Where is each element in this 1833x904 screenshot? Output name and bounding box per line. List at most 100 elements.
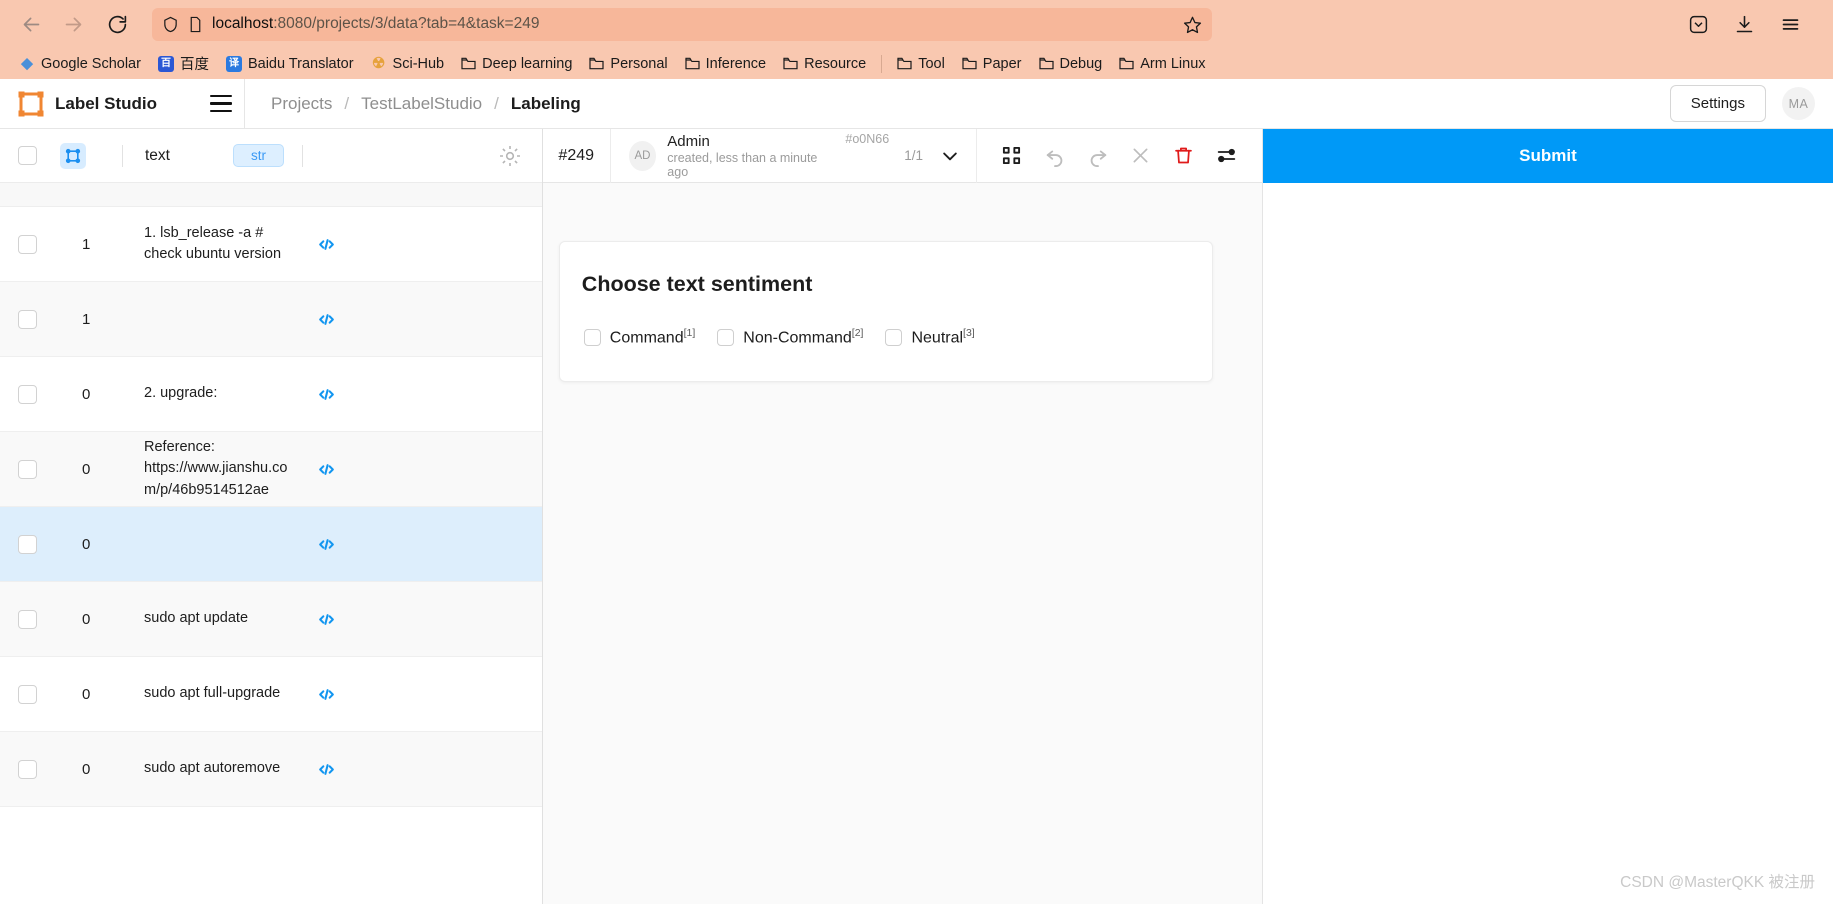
chevron-down-icon[interactable] [940, 146, 960, 166]
back-arrow-icon[interactable] [14, 7, 48, 41]
row-checkbox[interactable] [18, 534, 37, 554]
text-column-header[interactable]: text [123, 147, 233, 165]
undo-icon[interactable] [1044, 145, 1066, 167]
table-row[interactable]: 0 Reference: https://www.jianshu.com/p/46… [0, 432, 542, 507]
row-checkbox[interactable] [18, 609, 37, 629]
choice-label: Non-Command[2] [743, 327, 863, 347]
choice-label-text: Command [609, 329, 684, 347]
breadcrumb-separator: / [494, 93, 499, 113]
reset-close-icon[interactable] [1130, 145, 1152, 167]
row-checkbox[interactable] [18, 309, 37, 329]
settings-button[interactable]: Settings [1669, 85, 1766, 122]
row-checkbox[interactable] [18, 459, 37, 479]
bookmark-item[interactable]: 百百度 [151, 50, 216, 77]
download-icon[interactable] [1731, 11, 1757, 37]
table-row[interactable]: 0 sudo apt autoremove [0, 732, 542, 807]
bookmark-item[interactable]: Debug [1032, 53, 1110, 75]
bookmark-label: Paper [982, 55, 1022, 72]
table-row[interactable]: 0 2. upgrade: [0, 357, 542, 432]
table-row[interactable]: 0 [0, 507, 542, 582]
grid-view-icon[interactable] [1001, 145, 1023, 167]
bookmark-item[interactable]: Paper [955, 53, 1029, 75]
submit-pane: Submit CSDN @MasterQKK 被注册 [1262, 129, 1833, 904]
code-icon[interactable] [317, 685, 409, 704]
settings-sliders-icon[interactable] [1216, 145, 1238, 167]
forward-arrow-icon[interactable] [56, 7, 90, 41]
select-all-checkbox[interactable] [18, 146, 37, 165]
choice-hotkey: [1] [683, 327, 696, 339]
annotations-column-header[interactable] [60, 142, 122, 169]
choice-checkbox[interactable] [583, 328, 601, 346]
pocket-icon[interactable] [1685, 11, 1711, 37]
reload-icon[interactable] [100, 7, 134, 41]
code-icon[interactable] [317, 235, 409, 254]
address-bar[interactable]: localhost:8080/projects/3/data?tab=4&tas… [152, 7, 1212, 41]
breadcrumb-item-project[interactable]: TestLabelStudio [361, 94, 482, 114]
header-actions: Settings MA [1669, 85, 1833, 122]
labeling-canvas: Choose text sentiment Command[1] Non-Comm… [543, 183, 1262, 904]
annotator-timestamp: created, less than a minute ago [667, 150, 818, 179]
bookmark-item[interactable]: Personal [582, 53, 674, 75]
row-checkbox-cell [0, 309, 60, 329]
choice-option[interactable]: Non-Command[2] [717, 327, 863, 347]
code-icon[interactable] [317, 535, 409, 554]
annotations-icon [60, 142, 86, 169]
folder-icon [783, 57, 798, 70]
brand-logo[interactable]: Label Studio [0, 79, 198, 128]
bookmarks-bar: ◆ Google Scholar 百百度译 Baidu Translator ☢ Sci-… [0, 48, 1833, 79]
row-annotation-count: 0 [82, 385, 91, 403]
table-header-row: text str [0, 129, 542, 183]
bookmark-item[interactable]: Resource [776, 53, 873, 75]
choice-option[interactable]: Neutral[3] [885, 327, 975, 347]
code-icon[interactable] [317, 760, 409, 779]
settings-gear-icon[interactable] [498, 144, 542, 168]
hamburger-menu-icon[interactable] [1777, 11, 1803, 37]
trash-icon[interactable] [1173, 145, 1195, 167]
breadcrumb-item-projects[interactable]: Projects [271, 94, 332, 114]
main-content: text str 1 1. lsb_release -a # check ubun… [0, 128, 1833, 904]
bookmark-item[interactable]: 译 Baidu Translator [219, 53, 361, 75]
row-checkbox[interactable] [18, 234, 37, 254]
bookmark-item[interactable]: Deep learning [454, 53, 579, 75]
watermark: CSDN @MasterQKK 被注册 [1620, 874, 1815, 891]
bookmark-label: Personal [610, 55, 668, 72]
bookmark-item[interactable]: Tool [890, 53, 952, 75]
row-checkbox[interactable] [18, 684, 37, 704]
code-icon[interactable] [317, 385, 409, 404]
row-checkbox-cell [0, 684, 60, 704]
column-type-badge: str [233, 144, 284, 167]
bookmark-label: Resource [804, 55, 867, 72]
bookmark-item[interactable]: ☢ Sci-Hub [364, 53, 452, 75]
star-icon[interactable] [1183, 15, 1202, 34]
favicon-icon: ◆ [21, 55, 33, 72]
page-icon [188, 16, 203, 33]
table-row[interactable]: 1 1. lsb_release -a # check ubuntu versio… [0, 207, 542, 282]
row-text: sudo apt update [144, 610, 249, 627]
table-row[interactable]: 1 [0, 282, 542, 357]
bookmark-label: Deep learning [482, 55, 573, 72]
table-row[interactable]: 0 sudo apt update [0, 582, 542, 657]
task-id: #249 [558, 146, 595, 164]
table-row[interactable]: 0 sudo apt full-upgrade [0, 657, 542, 732]
bookmark-label: 百度 [179, 57, 209, 73]
choice-checkbox[interactable] [717, 328, 735, 346]
row-checkbox-cell [0, 759, 60, 779]
data-table-body[interactable]: 1 1. lsb_release -a # check ubuntu versio… [0, 183, 542, 904]
choice-checkbox[interactable] [885, 328, 903, 346]
bookmark-label: Arm Linux [1140, 55, 1206, 72]
bookmark-item[interactable]: Inference [678, 53, 773, 75]
annotator-avatar: AD [628, 140, 657, 171]
code-icon[interactable] [317, 610, 409, 629]
row-checkbox[interactable] [18, 759, 37, 779]
row-checkbox[interactable] [18, 384, 37, 404]
bookmark-item[interactable]: ◆ Google Scholar [12, 53, 148, 75]
code-icon[interactable] [317, 310, 409, 329]
bookmark-item[interactable]: Arm Linux [1112, 53, 1212, 75]
redo-icon[interactable] [1087, 145, 1109, 167]
avatar[interactable]: MA [1782, 87, 1815, 120]
submit-button[interactable]: Submit [1262, 129, 1833, 183]
choice-option[interactable]: Command[1] [583, 327, 696, 347]
hamburger-menu-icon[interactable] [198, 79, 244, 128]
code-icon[interactable] [317, 460, 409, 479]
annotator-info[interactable]: AD Admin created, less than a minute ago… [611, 129, 976, 182]
